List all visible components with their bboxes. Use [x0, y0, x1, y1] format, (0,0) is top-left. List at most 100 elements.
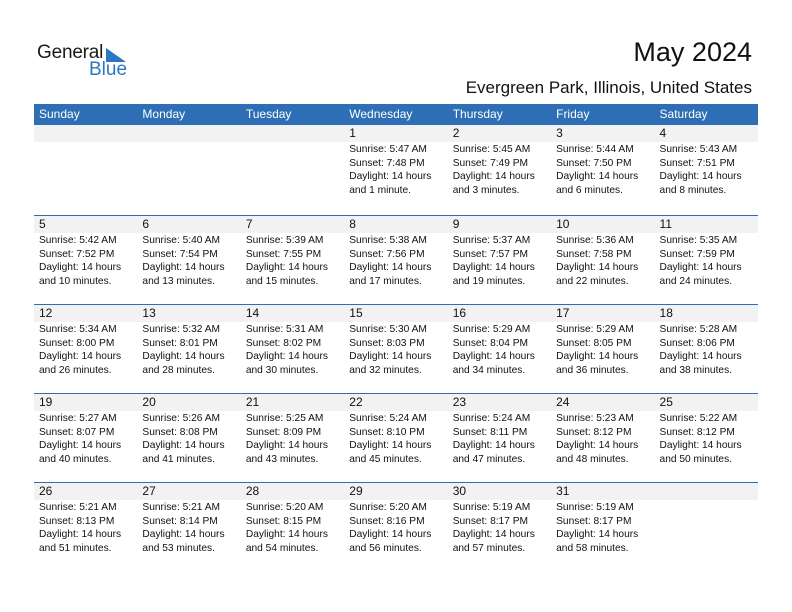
calendar-grid: Sunday Monday Tuesday Wednesday Thursday… [34, 104, 758, 571]
daylight-duration: Daylight: 14 hours [39, 351, 122, 362]
sunrise-time: Sunrise: 5:20 AM [245, 502, 324, 513]
sunrise-time: Sunrise: 5:31 AM [245, 324, 324, 335]
day-number: 7 [245, 217, 253, 231]
daylight-duration: Daylight: 14 hours [349, 529, 432, 540]
daylight-duration: Daylight: 14 hours [142, 440, 225, 451]
daylight-duration-minutes: and 40 minutes. [39, 453, 112, 465]
sun-info: Sunrise: 5:19 AM Sunset: 8:17 PM Daylight:… [453, 501, 551, 555]
sunrise-time: Sunrise: 5:38 AM [349, 235, 427, 246]
daylight-duration-minutes: and 43 minutes. [245, 453, 319, 465]
sunrise-time: Sunrise: 5:24 AM [452, 413, 531, 424]
sun-info: Sunrise: 5:45 AM Sunset: 7:49 PM Daylight:… [453, 143, 551, 197]
sun-info: Sunrise: 5:42 AM Sunset: 7:52 PM Daylight:… [39, 234, 137, 288]
sunrise-time: Sunrise: 5:30 AM [349, 324, 427, 335]
sunset-time: Sunset: 8:09 PM [245, 426, 322, 438]
daylight-duration: Daylight: 14 hours [39, 440, 122, 451]
day-cell: 23 Sunrise: 5:24 AM Sunset: 8:11 PM Dayligh… [448, 394, 551, 466]
weekday-header-thursday: Thursday [452, 107, 503, 121]
daylight-duration: Daylight: 14 hours [452, 351, 535, 362]
sun-info: Sunrise: 5:28 AM Sunset: 8:06 PM Daylight:… [660, 323, 758, 377]
daylight-duration-minutes: and 48 minutes. [556, 453, 629, 465]
sun-info: Sunrise: 5:21 AM Sunset: 8:13 PM Daylight:… [39, 501, 137, 555]
sun-info: Sunrise: 5:38 AM Sunset: 7:56 PM Daylight:… [349, 234, 447, 288]
sunrise-time: Sunrise: 5:24 AM [349, 413, 427, 424]
day-number: 2 [452, 126, 460, 140]
day-cell: 20 Sunrise: 5:26 AM Sunset: 8:08 PM Dayligh… [137, 394, 240, 466]
logo-text-blue: Blue [89, 59, 128, 80]
day-number: 29 [349, 484, 363, 498]
sunset-time: Sunset: 8:16 PM [349, 515, 425, 527]
daylight-duration: Daylight: 14 hours [556, 171, 639, 182]
daylight-duration: Daylight: 14 hours [245, 529, 328, 540]
daylight-duration: Daylight: 14 hours [556, 440, 639, 451]
daylight-duration-minutes: and 15 minutes. [245, 275, 319, 287]
sunset-time: Sunset: 7:54 PM [142, 248, 218, 260]
day-number: 17 [556, 306, 570, 320]
sunset-time: Sunset: 7:51 PM [659, 157, 735, 169]
day-number: 21 [245, 395, 260, 409]
sun-info: Sunrise: 5:29 AM Sunset: 8:04 PM Daylight:… [453, 323, 551, 377]
logo: General Blue [37, 42, 137, 82]
day-cell: 27 Sunrise: 5:21 AM Sunset: 8:14 PM Dayligh… [137, 483, 240, 555]
sunrise-time: Sunrise: 5:47 AM [349, 144, 427, 155]
daylight-duration: Daylight: 14 hours [142, 262, 225, 273]
sunrise-time: Sunrise: 5:23 AM [556, 413, 634, 424]
weeks-container: 1 Sunrise: 5:47 AM Sunset: 7:48 PM Daylight… [34, 125, 758, 571]
weekday-header-sunday: Sunday [39, 107, 80, 121]
daylight-duration-minutes: and 57 minutes. [452, 542, 526, 554]
sunrise-time: Sunrise: 5:19 AM [452, 502, 531, 513]
sunset-time: Sunset: 7:55 PM [245, 248, 322, 260]
sun-info: Sunrise: 5:34 AM Sunset: 8:00 PM Daylight:… [39, 323, 137, 377]
day-number: 14 [245, 306, 260, 320]
daylight-duration-minutes: and 22 minutes. [556, 275, 629, 287]
daylight-duration-minutes: and 3 minutes. [452, 184, 520, 196]
daylight-duration-minutes: and 51 minutes. [39, 542, 112, 554]
sun-info: Sunrise: 5:43 AM Sunset: 7:51 PM Daylight:… [660, 143, 758, 197]
sunrise-time: Sunrise: 5:20 AM [349, 502, 427, 513]
week-cells: 19 Sunrise: 5:27 AM Sunset: 8:07 PM Dayligh… [34, 394, 758, 466]
sunset-time: Sunset: 7:56 PM [349, 248, 425, 260]
sun-info: Sunrise: 5:26 AM Sunset: 8:08 PM Daylight:… [142, 412, 240, 466]
sun-info: Sunrise: 5:20 AM Sunset: 8:16 PM Daylight:… [349, 501, 447, 555]
daylight-duration-minutes: and 17 minutes. [349, 275, 422, 287]
day-cell: 6 Sunrise: 5:40 AM Sunset: 7:54 PM Daylight… [137, 216, 240, 288]
day-cell: 2 Sunrise: 5:45 AM Sunset: 7:49 PM Daylight… [448, 125, 551, 197]
empty-day-cell [241, 125, 344, 197]
sunset-time: Sunset: 8:07 PM [39, 426, 115, 438]
daylight-duration-minutes: and 6 minutes. [556, 184, 623, 196]
daylight-duration: Daylight: 14 hours [349, 262, 432, 273]
sunset-time: Sunset: 7:57 PM [452, 248, 529, 260]
weekday-header-wednesday: Wednesday [349, 107, 413, 121]
sunrise-time: Sunrise: 5:42 AM [39, 235, 117, 246]
day-cell: 30 Sunrise: 5:19 AM Sunset: 8:17 PM Dayligh… [448, 483, 551, 555]
day-number: 6 [142, 217, 150, 231]
sunrise-time: Sunrise: 5:27 AM [39, 413, 117, 424]
week-cells: 5 Sunrise: 5:42 AM Sunset: 7:52 PM Daylight… [34, 216, 758, 288]
sun-info: Sunrise: 5:40 AM Sunset: 7:54 PM Daylight:… [142, 234, 240, 288]
sun-info: Sunrise: 5:30 AM Sunset: 8:03 PM Daylight:… [349, 323, 447, 377]
location-subtitle: Evergreen Park, Illinois, United States [465, 78, 752, 97]
daylight-duration-minutes: and 54 minutes. [245, 542, 319, 554]
day-number: 18 [659, 306, 673, 320]
sun-info: Sunrise: 5:44 AM Sunset: 7:50 PM Daylight:… [556, 143, 654, 197]
sunset-time: Sunset: 8:00 PM [39, 337, 115, 349]
daylight-duration: Daylight: 14 hours [452, 262, 535, 273]
sun-info: Sunrise: 5:25 AM Sunset: 8:09 PM Daylight:… [246, 412, 344, 466]
day-number: 19 [39, 395, 53, 409]
weekday-header-saturday: Saturday [659, 107, 708, 121]
sunset-time: Sunset: 8:03 PM [349, 337, 425, 349]
daylight-duration: Daylight: 14 hours [39, 529, 122, 540]
sunset-time: Sunset: 8:08 PM [142, 426, 218, 438]
day-number: 5 [39, 217, 46, 231]
day-number: 9 [452, 217, 460, 231]
sunset-time: Sunset: 8:12 PM [659, 426, 735, 438]
week-row: 1 Sunrise: 5:47 AM Sunset: 7:48 PM Daylight… [34, 125, 758, 215]
day-cell: 29 Sunrise: 5:20 AM Sunset: 8:16 PM Dayligh… [344, 483, 447, 555]
sun-info: Sunrise: 5:22 AM Sunset: 8:12 PM Daylight:… [660, 412, 758, 466]
day-number: 4 [659, 126, 667, 140]
sunset-time: Sunset: 7:59 PM [659, 248, 735, 260]
week-row: 5 Sunrise: 5:42 AM Sunset: 7:52 PM Daylight… [34, 215, 758, 304]
sun-info: Sunrise: 5:36 AM Sunset: 7:58 PM Daylight:… [556, 234, 654, 288]
daylight-duration: Daylight: 14 hours [452, 529, 535, 540]
day-cell: 10 Sunrise: 5:36 AM Sunset: 7:58 PM Dayligh… [551, 216, 654, 288]
